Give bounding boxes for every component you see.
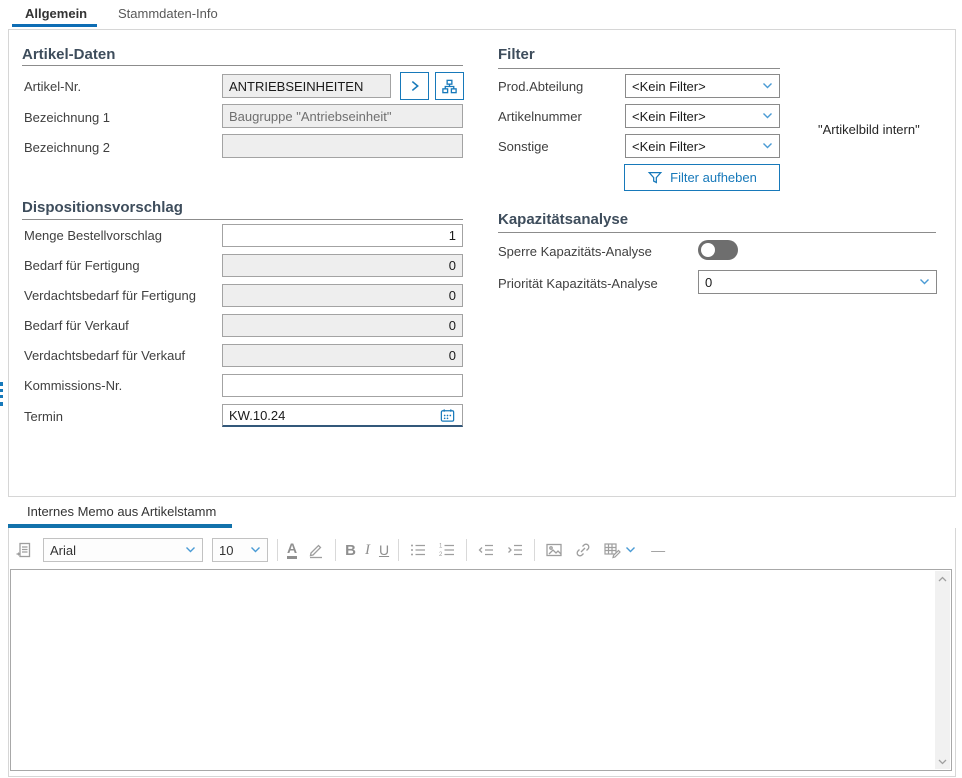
scroll-up-icon[interactable]: [935, 571, 950, 586]
org-chart-icon: [441, 78, 458, 95]
prioritaet-kapazitaet-select[interactable]: 0: [698, 270, 937, 294]
font-size-select[interactable]: 10: [212, 538, 268, 562]
svg-text:2: 2: [439, 552, 443, 558]
splitter-handle[interactable]: [0, 382, 3, 406]
prioritaet-value: 0: [705, 275, 712, 290]
label-bedarf-verkauf: Bedarf für Verkauf: [24, 318, 129, 333]
verdachtsbedarf-fertigung-field: 0: [222, 284, 463, 307]
link-icon[interactable]: [573, 539, 593, 561]
open-artikel-button[interactable]: [400, 72, 429, 100]
chevron-down-icon: [762, 82, 773, 90]
section-divider: [498, 68, 780, 69]
label-sperre-kapazitaet: Sperre Kapazitäts-Analyse: [498, 244, 652, 259]
menge-bestellvorschlag-input[interactable]: 1: [222, 224, 463, 247]
structure-button[interactable]: [435, 72, 464, 100]
section-title-kapazitaet: Kapazitätsanalyse: [498, 211, 628, 228]
chevron-down-icon: [762, 112, 773, 120]
section-title-filter: Filter: [498, 46, 535, 63]
label-sonstige: Sonstige: [498, 139, 549, 154]
bold-icon[interactable]: B: [345, 543, 356, 558]
section-divider: [498, 232, 936, 233]
label-kommissions-nr: Kommissions-Nr.: [24, 378, 122, 393]
termin-value: KW.10.24: [229, 408, 285, 423]
underline-icon[interactable]: U: [379, 543, 389, 557]
font-size-value: 10: [219, 543, 233, 558]
filter-aufheben-label: Filter aufheben: [670, 170, 757, 185]
artikel-nr-field: ANTRIEBSEINHEITEN: [222, 74, 391, 98]
memo-scrollbar[interactable]: [935, 571, 950, 769]
artikelnummer-value: <Kein Filter>: [632, 109, 706, 124]
sonstige-value: <Kein Filter>: [632, 139, 706, 154]
bedarf-verkauf-field: 0: [222, 314, 463, 337]
toggle-knob: [701, 243, 715, 257]
funnel-icon: [647, 170, 663, 186]
horizontal-line-icon[interactable]: —: [651, 543, 665, 557]
chevron-down-icon: [185, 546, 196, 554]
sonstige-select[interactable]: <Kein Filter>: [625, 134, 780, 158]
bezeichnung-1-field: Baugruppe "Antriebseinheit": [222, 104, 463, 128]
arrow-right-icon: [407, 78, 423, 94]
tab-bar: Allgemein Stammdaten-Info: [0, 0, 962, 29]
filter-aufheben-button[interactable]: Filter aufheben: [624, 164, 780, 191]
font-color-icon[interactable]: A: [287, 541, 297, 559]
label-artikelnummer: Artikelnummer: [498, 109, 582, 124]
indent-icon[interactable]: [505, 539, 525, 561]
label-bezeichnung-1: Bezeichnung 1: [24, 110, 110, 125]
scroll-down-icon[interactable]: [935, 754, 950, 769]
label-artikel-nr: Artikel-Nr.: [24, 79, 81, 94]
bedarf-fertigung-field: 0: [222, 254, 463, 277]
artikelbild-caption: "Artikelbild intern": [818, 122, 920, 137]
form-panel: [8, 29, 956, 497]
toolbar-separator: [335, 539, 336, 561]
tab-allgemein[interactable]: Allgemein: [25, 6, 87, 21]
kommissions-nr-input[interactable]: [222, 374, 463, 397]
memo-toolbar: Arial 10 A B I U 1 2: [9, 533, 665, 567]
sperre-kapazitaet-toggle[interactable]: [698, 240, 738, 260]
active-tab-indicator: [12, 24, 97, 27]
bullet-list-icon[interactable]: [408, 539, 428, 561]
bezeichnung-2-field: [222, 134, 463, 158]
chevron-down-icon: [919, 278, 930, 286]
prod-abteilung-value: <Kein Filter>: [632, 79, 706, 94]
label-bedarf-fertigung: Bedarf für Fertigung: [24, 258, 140, 273]
verdachtsbedarf-verkauf-field: 0: [222, 344, 463, 367]
label-prod-abteilung: Prod.Abteilung: [498, 79, 583, 94]
paste-icon[interactable]: [14, 539, 34, 561]
label-menge-bestellvorschlag: Menge Bestellvorschlag: [24, 228, 162, 243]
prod-abteilung-select[interactable]: <Kein Filter>: [625, 74, 780, 98]
artikelnummer-select[interactable]: <Kein Filter>: [625, 104, 780, 128]
image-icon[interactable]: [544, 539, 564, 561]
termin-input[interactable]: KW.10.24: [222, 404, 463, 427]
font-family-select[interactable]: Arial: [43, 538, 203, 562]
italic-icon[interactable]: I: [365, 543, 370, 558]
tab-stammdaten-info[interactable]: Stammdaten-Info: [118, 6, 218, 21]
outdent-icon[interactable]: [476, 539, 496, 561]
memo-tab[interactable]: Internes Memo aus Artikelstamm: [27, 504, 216, 519]
toolbar-separator: [398, 539, 399, 561]
memo-textarea[interactable]: [10, 569, 952, 771]
label-termin: Termin: [24, 409, 63, 424]
chevron-down-icon: [250, 546, 261, 554]
calendar-icon[interactable]: [439, 407, 456, 424]
table-chevron-icon[interactable]: [625, 546, 636, 554]
label-bezeichnung-2: Bezeichnung 2: [24, 140, 110, 155]
label-verdachtsbedarf-fertigung: Verdachtsbedarf für Fertigung: [24, 288, 196, 303]
chevron-down-icon: [762, 142, 773, 150]
section-divider: [22, 65, 463, 66]
label-prioritaet-kapazitaet: Priorität Kapazitäts-Analyse: [498, 276, 658, 291]
highlighter-icon[interactable]: [306, 539, 326, 561]
page: Allgemein Stammdaten-Info Artikel-Daten …: [0, 0, 962, 778]
svg-text:1: 1: [439, 544, 443, 550]
font-family-value: Arial: [50, 543, 76, 558]
table-edit-icon[interactable]: [602, 539, 622, 561]
section-divider: [22, 219, 463, 220]
section-title-artikel-daten: Artikel-Daten: [22, 46, 115, 63]
toolbar-separator: [277, 539, 278, 561]
toolbar-separator: [534, 539, 535, 561]
label-verdachtsbedarf-verkauf: Verdachtsbedarf für Verkauf: [24, 348, 185, 363]
toolbar-separator: [466, 539, 467, 561]
numbered-list-icon[interactable]: 1 2: [437, 539, 457, 561]
section-title-disposition: Dispositionsvorschlag: [22, 199, 183, 216]
